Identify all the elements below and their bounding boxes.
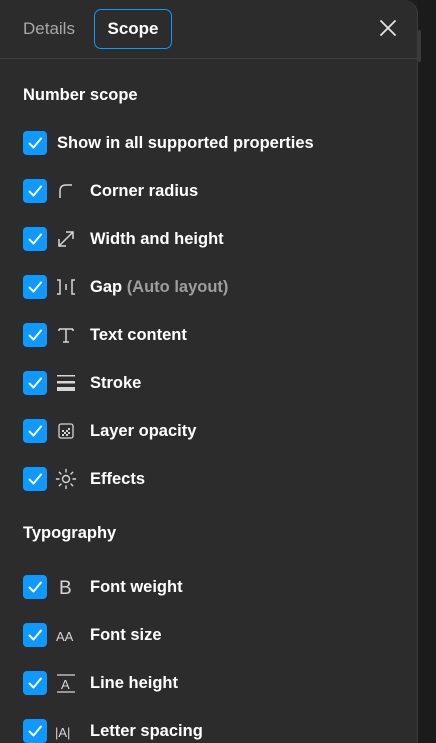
label-effects: Effects xyxy=(90,470,146,488)
checkbox-letter-spacing[interactable] xyxy=(23,719,47,743)
checkbox-line-height[interactable] xyxy=(23,671,47,695)
font-size-icon: AA xyxy=(55,624,77,646)
svg-text:AA: AA xyxy=(56,629,74,644)
checkbox-font-size[interactable] xyxy=(23,623,47,647)
svg-text:B: B xyxy=(59,578,72,598)
checkbox-stroke[interactable] xyxy=(23,371,47,395)
svg-text:A: A xyxy=(61,677,70,692)
scope-width-height-row[interactable]: Width and height xyxy=(23,227,403,253)
scope-all-row[interactable]: Show in all supported properties xyxy=(23,131,403,157)
panel-header: Details Scope xyxy=(0,0,417,59)
checkbox-text-content[interactable] xyxy=(23,323,47,347)
section-typography: Typography xyxy=(23,524,117,542)
variable-scope-panel: Details Scope Number scope Show in all s… xyxy=(0,0,418,743)
scope-text-content-row[interactable]: Text content xyxy=(23,323,403,349)
checkbox-font-weight[interactable] xyxy=(23,575,47,599)
scope-effects-row[interactable]: Effects xyxy=(23,467,403,493)
label-layer-opacity: Layer opacity xyxy=(90,422,197,440)
background-canvas xyxy=(418,0,436,743)
opacity-icon xyxy=(55,420,77,442)
resize-diagonal-icon xyxy=(55,228,77,250)
scope-corner-radius-row[interactable]: Corner radius xyxy=(23,179,403,205)
scope-letter-spacing-row[interactable]: |A| Letter spacing xyxy=(23,719,403,743)
corner-radius-icon xyxy=(55,180,77,202)
font-weight-icon: B xyxy=(55,576,77,599)
label-line-height: Line height xyxy=(90,674,178,692)
checkbox-corner-radius[interactable] xyxy=(23,179,47,203)
label-width-height: Width and height xyxy=(90,230,224,248)
gap-text: Gap xyxy=(90,278,123,296)
label-font-weight: Font weight xyxy=(90,578,183,596)
checkbox-all[interactable] xyxy=(23,131,47,155)
section-number-scope: Number scope xyxy=(23,86,138,104)
close-icon[interactable] xyxy=(376,16,400,40)
tab-details[interactable]: Details xyxy=(23,9,75,49)
gap-note: (Auto layout) xyxy=(126,278,229,296)
svg-text:|A|: |A| xyxy=(55,725,70,740)
tab-scope[interactable]: Scope xyxy=(94,9,172,49)
label-gap: Gap (Auto layout) xyxy=(90,275,228,299)
checkbox-effects[interactable] xyxy=(23,467,47,491)
scope-gap-row[interactable]: Gap (Auto layout) xyxy=(23,275,403,301)
scope-font-weight-row[interactable]: B Font weight xyxy=(23,575,403,601)
scrollbar[interactable] xyxy=(418,30,421,62)
line-height-icon: A xyxy=(55,672,77,694)
scope-stroke-row[interactable]: Stroke xyxy=(23,371,403,397)
scope-font-size-row[interactable]: AA Font size xyxy=(23,623,403,649)
scope-line-height-row[interactable]: A Line height xyxy=(23,671,403,697)
label-all: Show in all supported properties xyxy=(57,134,314,152)
stroke-icon xyxy=(55,372,77,394)
checkbox-gap[interactable] xyxy=(23,275,47,299)
checkbox-width-height[interactable] xyxy=(23,227,47,251)
letter-spacing-icon: |A| xyxy=(55,720,77,742)
effects-sun-icon xyxy=(55,468,77,490)
checkbox-layer-opacity[interactable] xyxy=(23,419,47,443)
scope-layer-opacity-row[interactable]: Layer opacity xyxy=(23,419,403,445)
label-stroke: Stroke xyxy=(90,374,142,392)
label-text-content: Text content xyxy=(90,326,187,344)
gap-icon xyxy=(55,276,77,298)
text-icon xyxy=(55,324,77,346)
label-corner-radius: Corner radius xyxy=(90,182,199,200)
label-font-size: Font size xyxy=(90,626,162,644)
label-letter-spacing: Letter spacing xyxy=(90,722,203,740)
